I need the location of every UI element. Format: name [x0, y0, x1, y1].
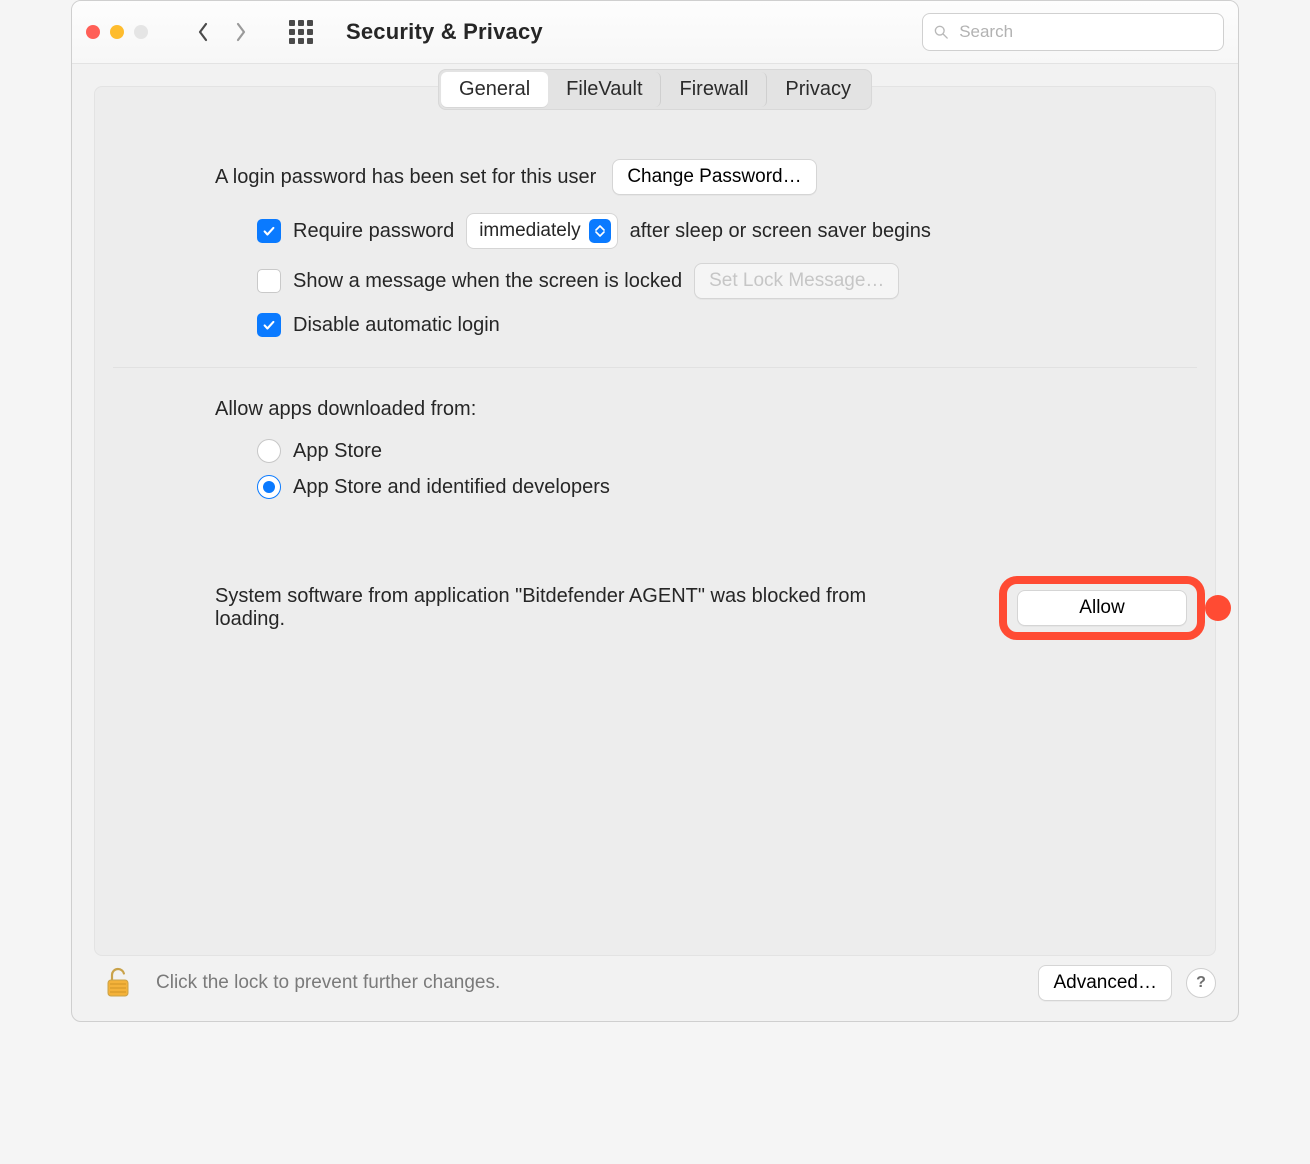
allow-apps-title: Allow apps downloaded from:	[215, 398, 1215, 421]
settings-panel: General FileVault Firewall Privacy A log…	[94, 86, 1216, 956]
general-section: A login password has been set for this u…	[95, 87, 1215, 337]
tab-general[interactable]: General	[441, 72, 548, 107]
tab-bar: General FileVault Firewall Privacy	[438, 69, 872, 110]
radio-app-store[interactable]: App Store	[257, 439, 1215, 463]
back-button[interactable]	[194, 19, 212, 45]
minimize-window-button[interactable]	[110, 25, 124, 39]
radio-app-store-identified[interactable]: App Store and identified developers	[257, 475, 1215, 499]
advanced-button[interactable]: Advanced…	[1038, 965, 1172, 1001]
require-password-delay-select[interactable]: immediately	[466, 213, 617, 249]
show-all-button[interactable]	[288, 19, 314, 45]
button-label: Advanced…	[1053, 972, 1157, 993]
page-title: Security & Privacy	[346, 19, 543, 45]
select-stepper-icon	[589, 219, 611, 243]
allow-button-wrap: Allow	[1017, 590, 1187, 626]
radio-indicator	[257, 439, 281, 463]
button-label: Set Lock Message…	[709, 270, 884, 291]
footer: Click the lock to prevent further change…	[94, 959, 1216, 1007]
disable-auto-login-row: Disable automatic login	[257, 313, 1095, 337]
tab-label: General	[459, 78, 530, 100]
search-input[interactable]	[957, 21, 1213, 43]
lock-button[interactable]	[94, 959, 142, 1007]
chevron-left-icon	[197, 22, 209, 42]
allow-apps-radios: App Store App Store and identified devel…	[257, 439, 1215, 499]
require-password-row: Require password immediately after sleep…	[257, 213, 1095, 249]
button-label: Change Password…	[627, 166, 801, 187]
help-button[interactable]: ?	[1186, 968, 1216, 998]
set-lock-message-button: Set Lock Message…	[694, 263, 899, 299]
chevron-right-icon	[235, 22, 247, 42]
tab-label: Privacy	[785, 78, 851, 100]
nav-buttons	[194, 19, 314, 45]
require-password-label-pre: Require password	[293, 220, 454, 243]
check-icon	[262, 224, 276, 238]
show-lock-message-label: Show a message when the screen is locked	[293, 270, 682, 293]
titlebar: Security & Privacy	[72, 1, 1238, 64]
login-password-text: A login password has been set for this u…	[215, 166, 596, 189]
radio-indicator	[257, 475, 281, 499]
blocked-software-text: System software from application "Bitdef…	[215, 585, 915, 631]
tab-privacy[interactable]: Privacy	[767, 72, 869, 107]
check-icon	[262, 318, 276, 332]
radio-label: App Store	[293, 440, 382, 463]
require-password-checkbox[interactable]	[257, 219, 281, 243]
tab-label: Firewall	[680, 78, 749, 100]
tab-filevault[interactable]: FileVault	[548, 72, 661, 107]
section-divider	[113, 367, 1197, 368]
select-value: immediately	[479, 220, 580, 242]
lock-hint: Click the lock to prevent further change…	[156, 972, 500, 994]
forward-button[interactable]	[232, 19, 250, 45]
require-password-label-post: after sleep or screen saver begins	[630, 220, 931, 243]
tab-label: FileVault	[566, 78, 642, 100]
blocked-software-row: System software from application "Bitdef…	[215, 585, 1187, 631]
change-password-button[interactable]: Change Password…	[612, 159, 816, 195]
show-lock-message-checkbox[interactable]	[257, 269, 281, 293]
preferences-window: Security & Privacy General FileVault Fir…	[71, 0, 1239, 1022]
disable-auto-login-label: Disable automatic login	[293, 314, 500, 337]
search-field[interactable]	[922, 13, 1224, 51]
lock-open-icon	[103, 966, 133, 1000]
zoom-window-button[interactable]	[134, 25, 148, 39]
annotation-highlight	[999, 576, 1205, 640]
window-controls	[86, 25, 148, 39]
tab-firewall[interactable]: Firewall	[662, 72, 768, 107]
show-lock-message-row: Show a message when the screen is locked…	[257, 263, 1095, 299]
close-window-button[interactable]	[86, 25, 100, 39]
login-password-row: A login password has been set for this u…	[215, 159, 1095, 195]
radio-label: App Store and identified developers	[293, 476, 610, 499]
annotation-dot	[1205, 595, 1231, 621]
content: General FileVault Firewall Privacy A log…	[72, 64, 1238, 974]
disable-auto-login-checkbox[interactable]	[257, 313, 281, 337]
search-icon	[933, 23, 949, 41]
